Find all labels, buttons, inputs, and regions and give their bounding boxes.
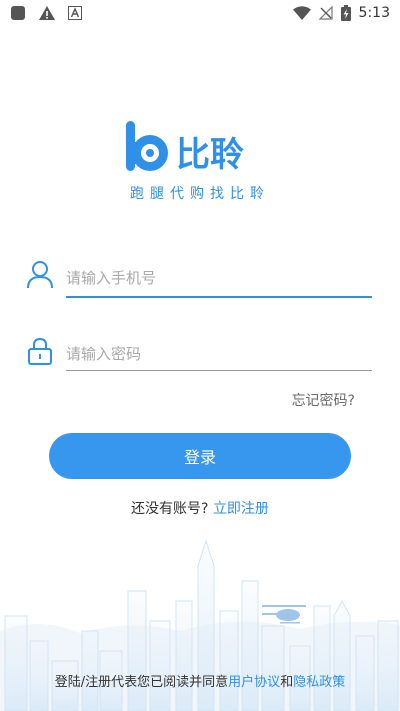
user-icon	[27, 261, 53, 289]
status-bar: 5:13	[0, 0, 400, 28]
brand-name: 比聆	[176, 135, 244, 175]
password-input[interactable]	[66, 340, 372, 368]
brand-logo: 比聆	[126, 121, 244, 175]
register-link[interactable]: 立即注册	[213, 501, 269, 517]
app-square-icon	[11, 6, 25, 20]
agreement-text: 登陆/注册代表您已阅读并同意用户协议和隐私政策	[0, 671, 400, 690]
agreement-prefix: 登陆/注册代表您已阅读并同意	[54, 675, 229, 690]
warning-icon	[39, 6, 55, 20]
user-agreement-link[interactable]: 用户协议	[228, 675, 280, 690]
status-time: 5:13	[358, 5, 390, 21]
helicopter-icon	[262, 605, 306, 624]
login-button[interactable]: 登录	[49, 433, 351, 479]
font-a-icon	[68, 6, 82, 20]
phone-underline	[66, 296, 372, 298]
phone-field-row	[26, 260, 374, 304]
privacy-policy-link[interactable]: 隐私政策	[293, 675, 345, 690]
forgot-password-link[interactable]: 忘记密码?	[292, 390, 355, 410]
phone-input[interactable]	[66, 264, 372, 292]
register-row: 还没有账号? 立即注册	[0, 498, 400, 518]
password-underline	[66, 370, 372, 371]
agreement-conjunction: 和	[280, 675, 294, 690]
lock-icon	[28, 337, 52, 365]
register-prompt: 还没有账号?	[131, 501, 209, 517]
battery-charging-icon	[340, 5, 351, 21]
wifi-icon	[292, 6, 311, 20]
login-screen: 5:13 比聆 跑腿代购找比聆 忘记密码? 登录 还没有账号?	[0, 0, 400, 711]
no-signal-icon	[318, 6, 333, 20]
brand-slogan: 跑腿代购找比聆	[130, 186, 270, 202]
password-field-row	[26, 336, 374, 380]
